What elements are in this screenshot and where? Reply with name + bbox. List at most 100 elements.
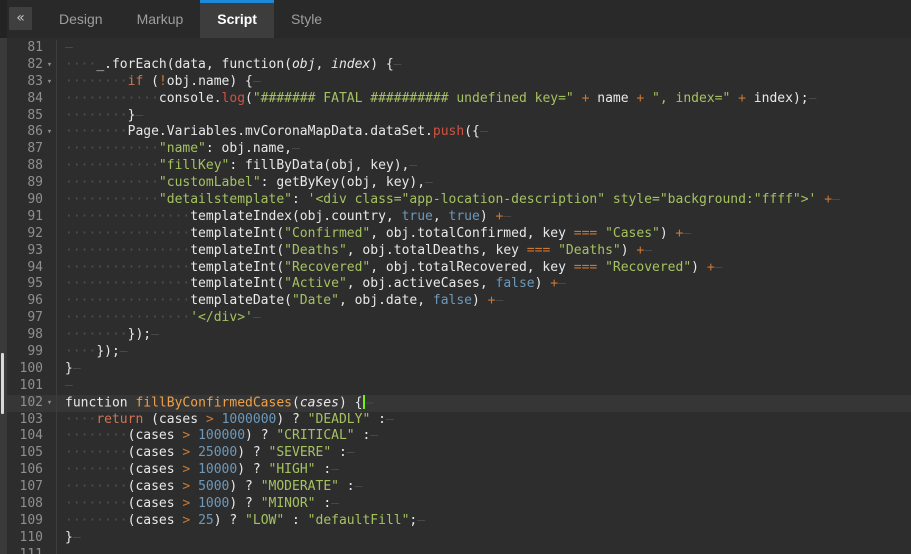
fold-arrow-icon bbox=[43, 344, 56, 361]
code-line[interactable]: 99····});– bbox=[7, 344, 911, 361]
line-number: 89 bbox=[7, 175, 43, 192]
gutter-cell[interactable]: 106 bbox=[7, 462, 57, 479]
code-line[interactable]: 87············"name": obj.name,– bbox=[7, 141, 911, 158]
code-line-text: ········Page.Variables.mvCoronaMapData.d… bbox=[57, 124, 488, 141]
gutter-cell[interactable]: 98 bbox=[7, 327, 57, 344]
code-line[interactable]: 97················'</div>'– bbox=[7, 310, 911, 327]
tab-style[interactable]: Style bbox=[274, 0, 339, 38]
code-line[interactable]: 91················templateIndex(obj.coun… bbox=[7, 209, 911, 226]
code-line[interactable]: 104········(cases > 100000) ? "CRITICAL"… bbox=[7, 428, 911, 445]
line-number: 98 bbox=[7, 327, 43, 344]
code-line[interactable]: 109········(cases > 25) ? "LOW" : "defau… bbox=[7, 513, 911, 530]
code-line[interactable]: 111 bbox=[7, 547, 911, 554]
line-number: 99 bbox=[7, 344, 43, 361]
code-line[interactable]: 90············"detailstemplate": '<div c… bbox=[7, 192, 911, 209]
fold-arrow-icon[interactable]: ▾ bbox=[43, 395, 56, 412]
code-line[interactable]: 110}– bbox=[7, 530, 911, 547]
fold-arrow-icon bbox=[43, 276, 56, 293]
fold-arrow-icon[interactable]: ▾ bbox=[43, 124, 56, 141]
gutter-cell[interactable]: 107 bbox=[7, 479, 57, 496]
tab-script[interactable]: Script bbox=[200, 0, 274, 38]
gutter-cell[interactable]: 94 bbox=[7, 260, 57, 277]
code-line-text: ················templateInt("Active", ob… bbox=[57, 276, 566, 293]
gutter-cell[interactable]: 84 bbox=[7, 91, 57, 108]
gutter-cell[interactable]: 99 bbox=[7, 344, 57, 361]
collapse-panel-button[interactable]: « bbox=[9, 7, 32, 30]
code-line[interactable]: 85········}– bbox=[7, 108, 911, 125]
left-scrollbar-thumb[interactable] bbox=[1, 353, 4, 414]
gutter-cell[interactable]: 86▾ bbox=[7, 124, 57, 141]
line-number: 83 bbox=[7, 74, 43, 91]
gutter-cell[interactable]: 109 bbox=[7, 513, 57, 530]
tab-markup[interactable]: Markup bbox=[120, 0, 201, 38]
gutter-cell[interactable]: 93 bbox=[7, 243, 57, 260]
code-line[interactable]: 93················templateInt("Deaths", … bbox=[7, 243, 911, 260]
gutter-cell[interactable]: 89 bbox=[7, 175, 57, 192]
code-area[interactable]: 81–82▾····_.forEach(data, function(obj, … bbox=[7, 38, 911, 554]
gutter-cell[interactable]: 85 bbox=[7, 108, 57, 125]
gutter-cell[interactable]: 110 bbox=[7, 530, 57, 547]
code-line-text: ········(cases > 25000) ? "SEVERE" :– bbox=[57, 445, 355, 462]
code-line-text: ····_.forEach(data, function(obj, index)… bbox=[57, 57, 402, 74]
code-line[interactable]: 94················templateInt("Recovered… bbox=[7, 260, 911, 277]
gutter-cell[interactable]: 82▾ bbox=[7, 57, 57, 74]
code-line[interactable]: 84············console.log("####### FATAL… bbox=[7, 91, 911, 108]
code-line-text: ················'</div>'– bbox=[57, 310, 261, 327]
line-number: 90 bbox=[7, 192, 43, 209]
code-line[interactable]: 101– bbox=[7, 378, 911, 395]
fold-arrow-icon bbox=[43, 428, 56, 445]
code-line[interactable]: 103····return (cases > 1000000) ? "DEADL… bbox=[7, 412, 911, 429]
gutter-cell[interactable]: 102▾ bbox=[7, 395, 57, 412]
gutter-cell[interactable]: 97 bbox=[7, 310, 57, 327]
tab-design[interactable]: Design bbox=[42, 0, 120, 38]
code-line[interactable]: 82▾····_.forEach(data, function(obj, ind… bbox=[7, 57, 911, 74]
gutter-cell[interactable]: 83▾ bbox=[7, 74, 57, 91]
code-line[interactable]: 96················templateDate("Date", o… bbox=[7, 293, 911, 310]
code-line[interactable]: 98········});– bbox=[7, 327, 911, 344]
code-line[interactable]: 95················templateInt("Active", … bbox=[7, 276, 911, 293]
gutter-cell[interactable]: 96 bbox=[7, 293, 57, 310]
gutter-cell[interactable]: 108 bbox=[7, 496, 57, 513]
gutter-cell[interactable]: 100 bbox=[7, 361, 57, 378]
editor-tabbar: « Design Markup Script Style bbox=[0, 0, 911, 38]
gutter-cell[interactable]: 92 bbox=[7, 226, 57, 243]
gutter-cell[interactable]: 87 bbox=[7, 141, 57, 158]
gutter-cell[interactable]: 101 bbox=[7, 378, 57, 395]
fold-arrow-icon bbox=[43, 243, 56, 260]
code-line[interactable]: 100}– bbox=[7, 361, 911, 378]
line-number: 101 bbox=[7, 378, 43, 395]
gutter-cell[interactable]: 103 bbox=[7, 412, 57, 429]
code-line[interactable]: 108········(cases > 1000) ? "MINOR" :– bbox=[7, 496, 911, 513]
gutter-cell[interactable]: 111 bbox=[7, 547, 57, 554]
code-line-text: ····return (cases > 1000000) ? "DEADLY" … bbox=[57, 412, 394, 429]
gutter-cell[interactable]: 81 bbox=[7, 40, 57, 57]
line-number: 96 bbox=[7, 293, 43, 310]
code-line[interactable]: 106········(cases > 10000) ? "HIGH" :– bbox=[7, 462, 911, 479]
code-line[interactable]: 107········(cases > 5000) ? "MODERATE" :… bbox=[7, 479, 911, 496]
code-editor[interactable]: 81–82▾····_.forEach(data, function(obj, … bbox=[0, 38, 911, 554]
code-line[interactable]: 102▾function fillByConfirmedCases(cases)… bbox=[7, 395, 911, 412]
fold-arrow-icon[interactable]: ▾ bbox=[43, 57, 56, 74]
gutter-cell[interactable]: 91 bbox=[7, 209, 57, 226]
gutter-cell[interactable]: 90 bbox=[7, 192, 57, 209]
left-scrollbar-track[interactable] bbox=[0, 38, 7, 554]
code-line[interactable]: 92················templateInt("Confirmed… bbox=[7, 226, 911, 243]
fold-arrow-icon bbox=[43, 158, 56, 175]
gutter-cell[interactable]: 95 bbox=[7, 276, 57, 293]
gutter-cell[interactable]: 105 bbox=[7, 445, 57, 462]
fold-arrow-icon[interactable]: ▾ bbox=[43, 74, 56, 91]
code-line[interactable]: 86▾········Page.Variables.mvCoronaMapDat… bbox=[7, 124, 911, 141]
fold-arrow-icon bbox=[43, 91, 56, 108]
code-line[interactable]: 105········(cases > 25000) ? "SEVERE" :– bbox=[7, 445, 911, 462]
fold-arrow-icon bbox=[43, 141, 56, 158]
tabbar-corner bbox=[0, 0, 7, 38]
code-line[interactable]: 89············"customLabel": getByKey(ob… bbox=[7, 175, 911, 192]
gutter-cell[interactable]: 88 bbox=[7, 158, 57, 175]
line-number: 81 bbox=[7, 40, 43, 57]
code-line-text: }– bbox=[57, 361, 81, 378]
code-line[interactable]: 81– bbox=[7, 40, 911, 57]
code-line[interactable]: 83▾········if (!obj.name) {– bbox=[7, 74, 911, 91]
gutter-cell[interactable]: 104 bbox=[7, 428, 57, 445]
fold-arrow-icon bbox=[43, 530, 56, 547]
code-line[interactable]: 88············"fillKey": fillByData(obj,… bbox=[7, 158, 911, 175]
